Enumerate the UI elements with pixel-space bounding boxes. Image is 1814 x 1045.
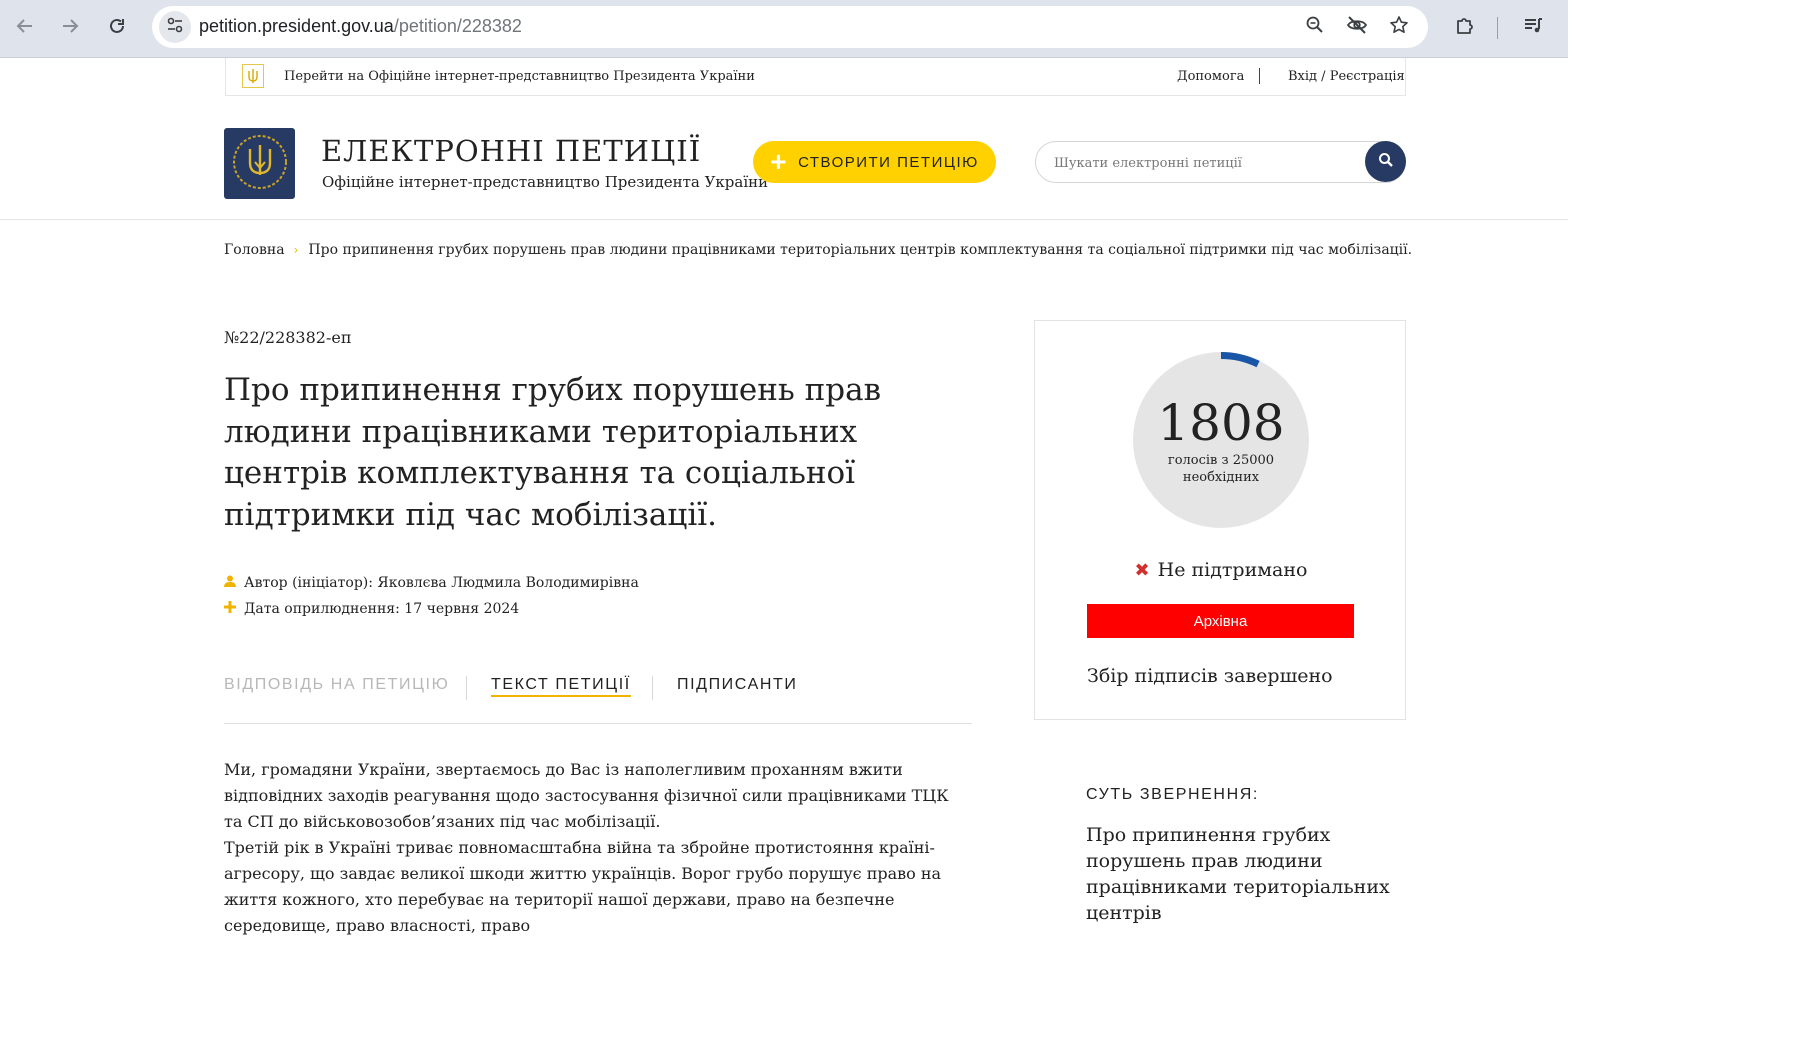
search-field[interactable] <box>1035 141 1406 183</box>
arrow-right-icon <box>60 16 80 41</box>
star-icon <box>1389 15 1409 40</box>
plus-icon: + <box>770 146 789 177</box>
author-text: Автор (ініціатор): Яковлєва Людмила Воло… <box>244 575 639 591</box>
trident-icon <box>242 64 264 88</box>
official-site-link[interactable]: Перейти на Офіційне інтернет-представниц… <box>284 69 755 84</box>
header-divider <box>0 219 1568 220</box>
url-text[interactable]: petition.president.gov.ua/petition/22838… <box>199 16 522 37</box>
url-host: petition.president.gov.ua <box>199 16 394 36</box>
archive-badge: Архівна <box>1087 604 1354 638</box>
collection-status: Збір підписів завершено <box>1087 665 1333 687</box>
tune-icon <box>166 16 184 38</box>
site-subtitle: Офіційне інтернет-представництво Президе… <box>322 173 769 191</box>
reading-list-button[interactable] <box>1517 12 1549 44</box>
user-icon <box>224 575 238 591</box>
vote-caption: голосів з 25000 необхідних <box>1131 452 1311 486</box>
zoom-button[interactable] <box>1301 13 1329 41</box>
tab-signers[interactable]: ПІДПИСАНТИ <box>677 676 797 694</box>
vote-caption-line: голосів з 25000 <box>1167 453 1275 468</box>
search-input[interactable] <box>1052 152 1356 174</box>
eye-off-icon <box>1346 15 1368 40</box>
breadcrumb-current: Про припинення грубих порушень прав люди… <box>308 242 1413 258</box>
coat-of-arms-icon <box>230 132 290 196</box>
published-row: Дата оприлюднення: 17 червня 2024 <box>224 601 519 617</box>
breadcrumb: Головна › Про припинення грубих порушень п… <box>224 242 1412 258</box>
reload-button[interactable] <box>101 12 133 44</box>
bookmark-button[interactable] <box>1385 13 1413 41</box>
site-logo[interactable] <box>224 128 295 199</box>
body-paragraph: Ми, громадяни України, звертаємось до Ва… <box>224 760 949 831</box>
extensions-button[interactable] <box>1449 12 1481 44</box>
petition-body: Ми, громадяни України, звертаємось до Ва… <box>224 757 964 939</box>
forward-button[interactable] <box>54 12 86 44</box>
top-strip: Перейти на Офіційне інтернет-представниц… <box>225 58 1406 96</box>
status-text: Не підтримано <box>1157 559 1308 581</box>
published-text: Дата оприлюднення: 17 червня 2024 <box>244 601 520 617</box>
status-row: ✖ Не підтримано <box>1035 559 1407 581</box>
topbar-divider <box>1259 68 1260 84</box>
puzzle-icon <box>1454 15 1476 42</box>
site-title[interactable]: ЕЛЕКТРОННІ ПЕТИЦІЇ <box>321 134 701 168</box>
tab-divider <box>652 676 653 700</box>
toolbar-separator <box>1497 17 1498 39</box>
breadcrumb-home[interactable]: Головна <box>224 242 285 258</box>
zoom-icon <box>1305 15 1325 40</box>
vote-caption-line: необхідних <box>1182 470 1260 485</box>
vote-count: 1808 <box>1157 394 1285 452</box>
login-register-link[interactable]: Вхід / Реєстрація <box>1288 69 1405 84</box>
create-petition-label: СТВОРИТИ ПЕТИЦІЮ <box>798 153 979 171</box>
petition-number: №22/228382-еп <box>224 328 352 347</box>
cross-icon: ✖ <box>1134 560 1150 581</box>
browser-toolbar: petition.president.gov.ua/petition/22838… <box>0 0 1568 58</box>
vote-card: 1808 голосів з 25000 необхідних ✖ Не підт… <box>1034 320 1406 720</box>
site-info-button[interactable] <box>159 11 191 43</box>
search-icon <box>1378 152 1394 172</box>
petition-title: Про припинення грубих порушень прав люди… <box>224 372 882 533</box>
address-bar[interactable]: petition.president.gov.ua/petition/22838… <box>152 6 1428 48</box>
chevron-right-icon: › <box>293 243 299 257</box>
help-link[interactable]: Допомога <box>1177 69 1244 84</box>
essence-heading: СУТЬ ЗВЕРНЕННЯ: <box>1086 786 1259 803</box>
tabs-underline <box>224 723 972 724</box>
search-button[interactable] <box>1365 141 1406 182</box>
plus-icon <box>224 601 238 617</box>
url-path: /petition/228382 <box>393 16 522 36</box>
tracking-protection-button[interactable] <box>1343 13 1371 41</box>
create-petition-button[interactable]: + СТВОРИТИ ПЕТИЦІЮ <box>753 141 996 183</box>
author-row: Автор (ініціатор): Яковлєва Людмила Воло… <box>224 575 639 591</box>
tab-answer[interactable]: ВІДПОВІДЬ НА ПЕТИЦІЮ <box>224 676 449 694</box>
tab-petition-text[interactable]: ТЕКСТ ПЕТИЦІЇ <box>491 676 631 697</box>
queue-music-icon <box>1522 15 1544 42</box>
body-paragraph: Третій рік в Україні триває повномасштаб… <box>224 838 942 935</box>
tab-divider <box>466 676 467 700</box>
arrow-left-icon <box>15 16 35 41</box>
reload-icon <box>107 16 127 41</box>
essence-text: Про припинення грубих порушень прав люди… <box>1086 824 1390 924</box>
back-button[interactable] <box>9 12 41 44</box>
